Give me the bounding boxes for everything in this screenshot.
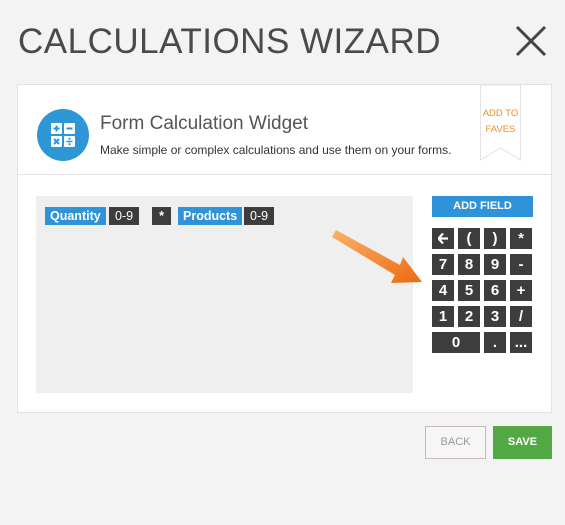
key-1[interactable]: 1 (432, 306, 454, 327)
key-2[interactable]: 2 (458, 306, 480, 327)
widget-card: Form Calculation Widget Make simple or c… (17, 84, 552, 413)
divide-key[interactable]: / (510, 306, 532, 327)
widget-description: Make simple or complex calculations and … (100, 143, 452, 157)
close-button[interactable] (512, 22, 550, 60)
save-button[interactable]: SAVE (493, 426, 552, 459)
widget-header: Form Calculation Widget Make simple or c… (18, 85, 551, 175)
formula-field-range: 0-9 (109, 207, 140, 225)
backspace-key[interactable] (432, 228, 454, 249)
formula-field-token[interactable]: Quantity (45, 207, 106, 225)
widget-name: Form Calculation Widget (100, 113, 309, 134)
faves-label-line2: FAVES (485, 124, 516, 135)
key-7[interactable]: 7 (432, 254, 454, 275)
pointer-arrow-icon (330, 225, 430, 290)
minus-key[interactable]: - (510, 254, 532, 275)
add-to-faves-ribbon[interactable]: ADD TO FAVES (480, 85, 521, 161)
key-4[interactable]: 4 (432, 280, 454, 301)
key-9[interactable]: 9 (484, 254, 506, 275)
key-3[interactable]: 3 (484, 306, 506, 327)
decimal-key[interactable]: . (484, 332, 506, 353)
more-key[interactable]: ... (510, 332, 532, 353)
faves-label-line1: ADD TO (482, 108, 519, 119)
formula-field-token[interactable]: Products (178, 207, 243, 225)
key-6[interactable]: 6 (484, 280, 506, 301)
close-icon (515, 25, 547, 57)
key-5[interactable]: 5 (458, 280, 480, 301)
formula-operator-token[interactable]: * (152, 207, 171, 225)
key-8[interactable]: 8 (458, 254, 480, 275)
calculator-icon (37, 109, 89, 161)
formula-field-range: 0-9 (244, 207, 275, 225)
back-arrow-icon (438, 233, 448, 244)
multiply-key[interactable]: * (510, 228, 532, 249)
key-0[interactable]: 0 (432, 332, 480, 353)
open-paren-key[interactable]: ( (458, 228, 480, 249)
wizard-title: CALCULATIONS WIZARD (18, 22, 442, 61)
close-paren-key[interactable]: ) (484, 228, 506, 249)
back-button[interactable]: BACK (425, 426, 486, 459)
add-to-faves-label: ADD TO FAVES (480, 106, 521, 138)
add-field-button[interactable]: ADD FIELD (432, 196, 533, 217)
plus-key[interactable]: + (510, 280, 532, 301)
